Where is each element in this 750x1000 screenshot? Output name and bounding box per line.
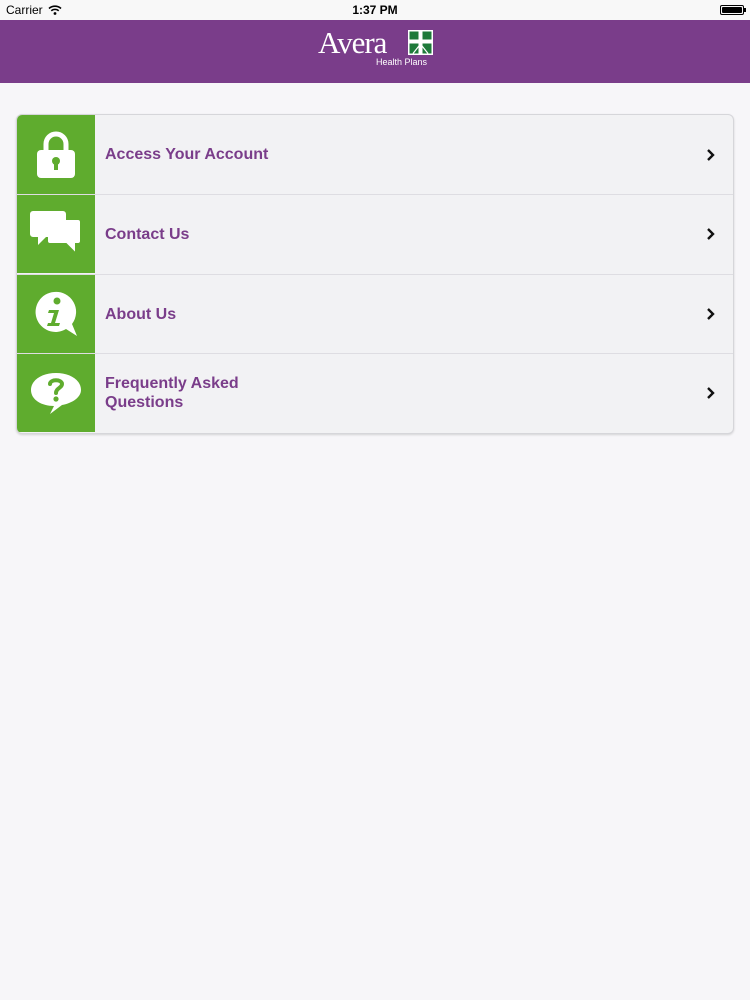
cross-emblem-icon: [408, 30, 433, 55]
main-menu: Access Your Account Contact Us About Us: [16, 114, 734, 434]
info-bubble-icon: [35, 291, 77, 336]
chevron-right-icon: [701, 145, 721, 165]
menu-item-label: About Us: [105, 305, 177, 323]
speech-bubbles-icon: [30, 211, 82, 257]
lock-icon: [37, 131, 75, 178]
menu-item-access-account[interactable]: Access Your Account: [17, 115, 733, 194]
chevron-right-icon: [701, 304, 721, 324]
menu-icon-tile: [17, 115, 95, 194]
menu-icon-tile: [17, 354, 95, 432]
menu-item-label-line1: Frequently Asked: [105, 375, 239, 392]
menu-item-label: Access Your Account: [105, 146, 269, 163]
status-time: 1:37 PM: [352, 3, 398, 17]
menu-icon-tile: [17, 275, 95, 353]
status-bar: Carrier 1:37 PM: [0, 0, 750, 20]
avera-logo: Avera Health Plans: [318, 25, 436, 73]
battery-icon: [720, 5, 746, 15]
menu-item-faq[interactable]: Frequently Asked Questions: [17, 353, 733, 432]
menu-item-contact-us[interactable]: Contact Us: [17, 194, 733, 273]
menu-item-about-us[interactable]: About Us: [17, 274, 733, 353]
question-bubble-icon: [31, 373, 81, 414]
menu-icon-tile: [17, 195, 95, 273]
menu-item-label: Frequently Asked Questions: [105, 374, 265, 412]
chevron-right-icon: [701, 383, 721, 403]
menu-item-label: Contact Us: [105, 225, 190, 243]
chevron-right-icon: [701, 224, 721, 244]
menu-item-label-line2: Questions: [105, 394, 184, 411]
logo-wordmark: Avera: [318, 25, 387, 60]
app-header: Avera Health Plans: [0, 20, 750, 83]
logo-subtitle: Health Plans: [376, 57, 428, 67]
